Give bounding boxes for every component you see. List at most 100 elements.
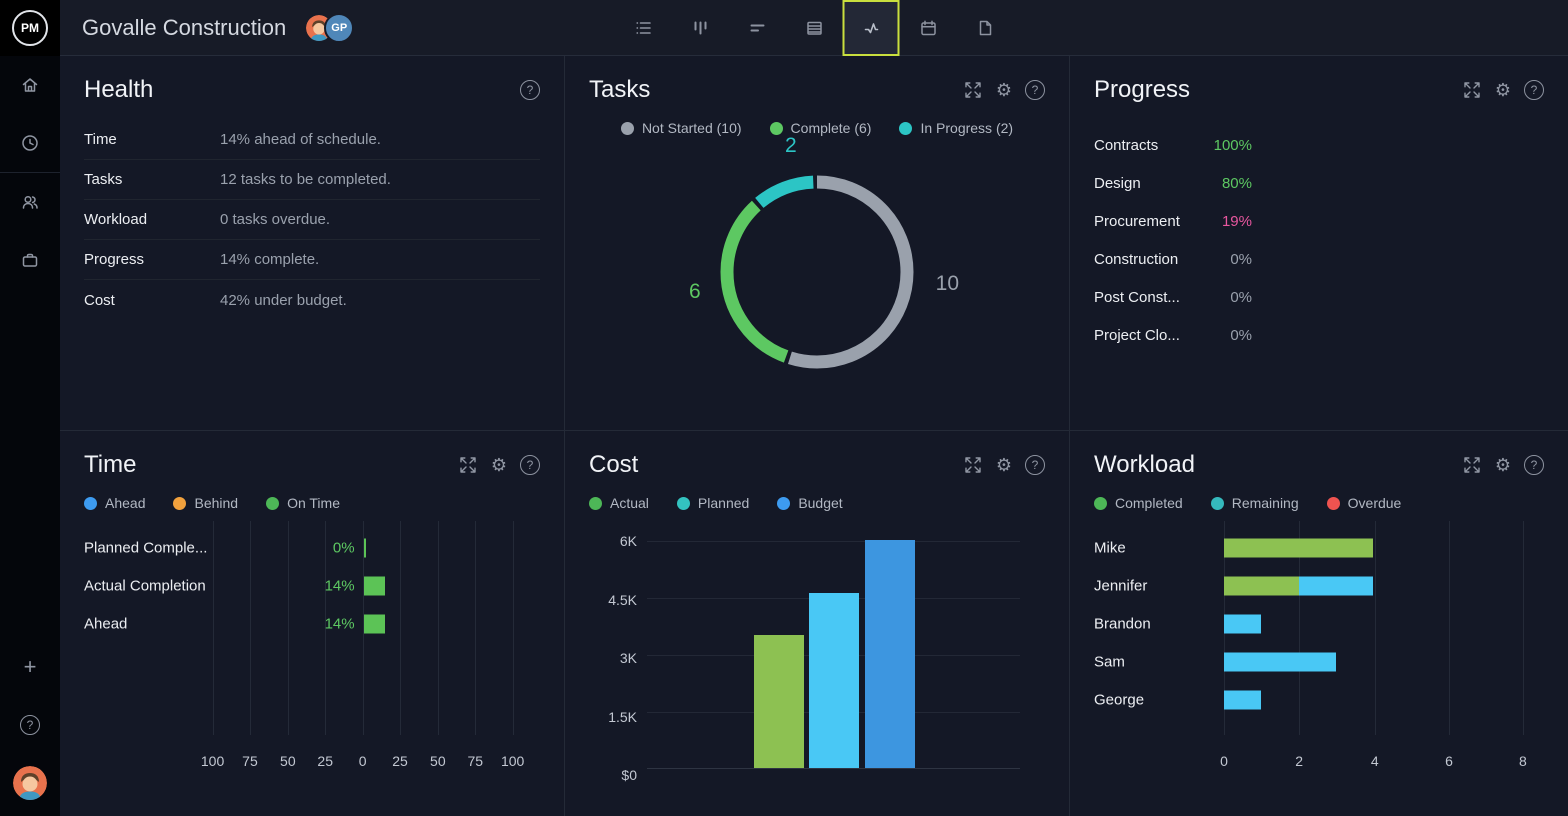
sidebar-item-team[interactable] xyxy=(0,173,60,231)
gridline-baseline xyxy=(647,768,1020,769)
donut-ring xyxy=(720,175,914,369)
axis-tick: 1.5K xyxy=(608,708,637,725)
legend-item[interactable]: Not Started (10) xyxy=(620,120,742,136)
tab-activity-view[interactable] xyxy=(842,0,900,56)
tab-calendar-view[interactable] xyxy=(900,0,957,56)
health-row: Time 14% ahead of schedule. xyxy=(84,120,540,160)
progress-row-pct: 100% xyxy=(1213,136,1252,154)
main-area: Govalle Construction GP Health ? Time 14… xyxy=(60,0,1568,816)
axis-tick: 100 xyxy=(200,753,225,769)
axis-tick: 100 xyxy=(500,753,525,769)
sidebar-item-time[interactable] xyxy=(0,114,60,172)
progress-row-label: Contracts xyxy=(1094,136,1159,154)
legend-item[interactable]: Actual xyxy=(589,495,649,511)
time-bar xyxy=(363,538,366,558)
workload-settings-icon[interactable]: ⚙ xyxy=(1493,455,1513,475)
legend-dot xyxy=(676,496,690,510)
donut-value-complete: 6 xyxy=(689,280,701,303)
axis-tick: 4.5K xyxy=(608,591,637,608)
add-button[interactable]: + xyxy=(0,638,60,696)
health-row-label: Tasks xyxy=(84,171,123,188)
progress-bar-track xyxy=(1264,251,1544,268)
progress-help-icon[interactable]: ? xyxy=(1524,80,1544,100)
legend-item[interactable]: Behind xyxy=(173,495,238,511)
tasks-settings-icon[interactable]: ⚙ xyxy=(994,80,1014,100)
plus-icon: + xyxy=(23,654,37,679)
progress-bar-track xyxy=(1264,289,1544,306)
legend-item[interactable]: Ahead xyxy=(84,495,145,511)
legend-dot xyxy=(777,496,791,510)
workload-bar xyxy=(1224,576,1544,596)
tab-list-view[interactable] xyxy=(615,0,672,56)
health-help-icon[interactable]: ? xyxy=(520,80,540,100)
profile-avatar[interactable] xyxy=(0,754,60,812)
briefcase-icon xyxy=(20,250,40,270)
axis-tick: 0 xyxy=(1220,753,1228,769)
sidebar: PM + ? xyxy=(0,0,60,816)
axis-tick: $0 xyxy=(621,767,637,783)
health-row-value: 12 tasks to be completed. xyxy=(220,171,391,188)
workload-x-axis: 0 2 4 6 8 xyxy=(1094,753,1544,771)
time-title: Time xyxy=(84,451,137,478)
progress-row-pct: 19% xyxy=(1221,212,1252,230)
panel-progress: Progress ⚙ ? Contracts 100% Design 80% Pro… xyxy=(1070,56,1568,431)
axis-tick: 25 xyxy=(317,753,334,769)
progress-bar-track xyxy=(1264,213,1544,230)
sheet-view-icon xyxy=(804,18,824,38)
sidebar-bottom: + ? xyxy=(0,638,60,816)
health-row-value: 14% complete. xyxy=(220,251,320,268)
progress-expand-icon[interactable] xyxy=(1462,80,1482,100)
time-legend: Ahead Behind On Time xyxy=(84,495,540,511)
member-avatar-gp[interactable]: GP xyxy=(324,12,355,43)
time-settings-icon[interactable]: ⚙ xyxy=(489,455,509,475)
workload-expand-icon[interactable] xyxy=(1462,455,1482,475)
pm-logo[interactable]: PM xyxy=(0,0,60,56)
tab-gantt-view[interactable] xyxy=(729,0,786,56)
gantt-view-icon xyxy=(747,18,767,38)
project-title: Govalle Construction xyxy=(82,14,287,40)
tab-docs-view[interactable] xyxy=(957,0,1014,56)
home-icon xyxy=(20,75,40,95)
legend-item[interactable]: Overdue xyxy=(1326,495,1401,511)
legend-item[interactable]: Budget xyxy=(777,495,843,511)
cost-settings-icon[interactable]: ⚙ xyxy=(994,455,1014,475)
legend-item[interactable]: In Progress (2) xyxy=(899,120,1013,136)
legend-dot xyxy=(620,121,634,135)
sidebar-item-home[interactable] xyxy=(0,56,60,114)
cost-help-icon[interactable]: ? xyxy=(1025,455,1045,475)
help-button[interactable]: ? xyxy=(0,696,60,754)
tasks-expand-icon[interactable] xyxy=(963,80,983,100)
workload-help-icon[interactable]: ? xyxy=(1524,455,1544,475)
health-row-value: 42% under budget. xyxy=(220,291,347,309)
legend-item[interactable]: Remaining xyxy=(1210,495,1299,511)
legend-item[interactable]: On Time xyxy=(266,495,340,511)
progress-settings-icon[interactable]: ⚙ xyxy=(1493,80,1513,100)
clock-icon xyxy=(20,133,40,153)
axis-tick: 8 xyxy=(1518,753,1527,769)
time-row-pct: 0% xyxy=(332,539,355,557)
legend-dot xyxy=(589,496,602,510)
tab-sheet-view[interactable] xyxy=(786,0,843,56)
legend-dot xyxy=(1326,496,1340,510)
tasks-help-icon[interactable]: ? xyxy=(1025,80,1045,100)
panel-health: Health ? Time 14% ahead of schedule. Task… xyxy=(60,56,565,431)
member-avatars: GP xyxy=(304,12,355,43)
time-row-label: Planned Comple... xyxy=(84,539,208,557)
legend-item[interactable]: Completed xyxy=(1094,495,1183,511)
legend-item[interactable]: Planned xyxy=(676,495,749,511)
time-row-label: Ahead xyxy=(84,615,128,633)
workload-bar xyxy=(1224,538,1544,558)
sidebar-item-portfolio[interactable] xyxy=(0,231,60,289)
health-row-value: 0 tasks overdue. xyxy=(220,211,331,228)
avatar xyxy=(13,766,47,800)
time-expand-icon[interactable] xyxy=(458,455,478,475)
time-bar xyxy=(363,614,385,634)
tab-board-view[interactable] xyxy=(672,0,729,56)
progress-bar-track xyxy=(1264,137,1544,154)
tasks-title: Tasks xyxy=(589,76,651,103)
time-row-pct: 14% xyxy=(324,577,355,595)
cost-expand-icon[interactable] xyxy=(963,455,983,475)
progress-bar-track xyxy=(1264,327,1544,344)
time-help-icon[interactable]: ? xyxy=(520,455,540,475)
donut-value-not-started: 10 xyxy=(935,272,959,295)
